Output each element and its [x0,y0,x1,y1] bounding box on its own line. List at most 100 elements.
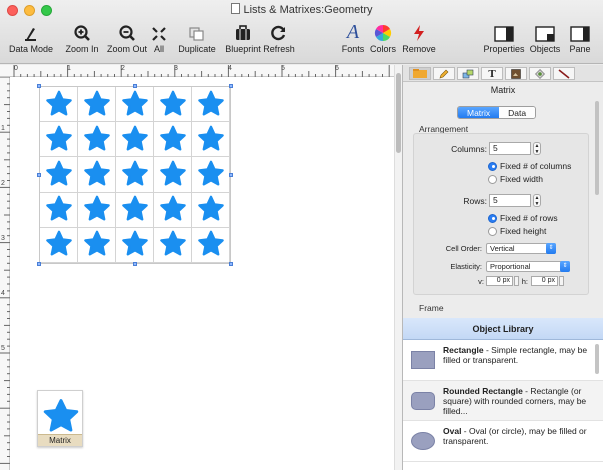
object-library-scrollbar[interactable] [595,344,599,374]
resize-handle[interactable] [133,262,137,266]
matrix-cell[interactable] [192,227,230,263]
inspector-scrollbar[interactable] [594,97,600,297]
rounded-rectangle-shape-icon [411,392,435,410]
ruler-label: 6 [335,65,339,72]
resize-handle[interactable] [37,262,41,266]
matrix-cell[interactable] [192,192,230,228]
zoom-in-button[interactable]: Zoom In [60,20,104,54]
matrix-cell[interactable] [192,157,230,193]
columns-stepper[interactable]: ▲ ▼ [533,142,541,155]
resize-handle[interactable] [229,262,233,266]
matrix-cell[interactable] [192,122,230,158]
resize-handle[interactable] [37,84,41,88]
matrix-cell[interactable] [154,192,192,228]
matrix-cell[interactable] [116,192,154,228]
elasticity-popup[interactable]: Proportional ⇕ [486,261,570,272]
tab-frame[interactable] [409,67,431,80]
matrix-cell[interactable] [116,227,154,263]
ruler-label: 2 [1,180,5,187]
canvas-scrollbar[interactable] [394,65,402,470]
radio-unselected[interactable] [488,174,497,184]
tab-fill[interactable] [433,67,455,80]
matrix-cell[interactable] [78,87,116,123]
matrix-cell[interactable] [154,157,192,193]
matrix-cell[interactable] [116,87,154,123]
columns-label: Columns: [451,144,487,154]
refresh-button[interactable]: Refresh [260,20,298,54]
tab-arrange[interactable] [529,67,551,80]
rows-field[interactable]: 5 [489,194,531,207]
tab-text[interactable]: T [481,67,503,80]
columns-field[interactable]: 5 [489,142,531,155]
matrix-data-segmented-control: Matrix Data [457,106,537,119]
matrix-cell[interactable] [78,227,116,263]
h-spacing-stepper[interactable] [559,276,564,286]
matrix-cell[interactable] [192,87,230,123]
document-icon [230,3,240,14]
segment-matrix[interactable]: Matrix [458,107,500,118]
star-icon [45,125,72,151]
canvas-scrollbar-thumb[interactable] [396,73,401,153]
cell-order-popup[interactable]: Vertical ⇕ [486,243,556,254]
frame-label: Frame [419,303,444,313]
rows-stepper[interactable]: ▲ ▼ [533,194,541,207]
blueprint-button[interactable]: Blueprint [221,20,265,54]
matrix-cell[interactable] [154,227,192,263]
zoom-all-button[interactable]: All [148,20,170,54]
matrix-cell[interactable] [78,157,116,193]
list-item-rectangle[interactable]: Rectangle - Simple rectangle, may be fil… [403,340,603,381]
vertical-ruler: 1 2 3 4 5 [0,77,10,470]
v-spacing-field[interactable]: 0 px [486,276,513,286]
ruler-label: 1 [67,65,71,72]
objects-button[interactable]: Objects [528,20,562,54]
tab-image[interactable] [505,67,527,80]
matrix-cell[interactable] [40,122,78,158]
matrix-object[interactable] [39,86,231,264]
layout-canvas[interactable]: Matrix [10,77,394,470]
colors-button[interactable]: Colors [368,20,398,54]
zoom-in-icon [74,25,90,41]
star-icon [121,195,148,221]
resize-handle[interactable] [229,84,233,88]
resize-handle[interactable] [133,84,137,88]
object-library-panel: Object Library Rectangle - Simple rectan… [402,318,603,470]
matrix-cell[interactable] [116,122,154,158]
matrix-cell[interactable] [78,192,116,228]
diamond-icon [535,68,545,79]
tab-layer[interactable] [457,67,479,80]
ruler-label: 4 [1,290,5,297]
duplicate-button[interactable]: Duplicate [175,20,219,54]
matrix-cell[interactable] [116,157,154,193]
dragged-matrix-chip[interactable]: Matrix [37,390,83,447]
star-icon [121,160,148,186]
radio-selected[interactable] [488,213,497,223]
radio-unselected[interactable] [488,226,497,236]
matrix-cell[interactable] [154,87,192,123]
resize-handle[interactable] [37,173,41,177]
h-spacing-field[interactable]: 0 px [531,276,558,286]
fixed-columns-option[interactable]: Fixed # of columns [488,161,571,171]
matrix-cell[interactable] [40,227,78,263]
zoom-out-button[interactable]: Zoom Out [103,20,151,54]
pane-button[interactable]: Pane [565,20,595,54]
tab-line[interactable] [553,67,575,80]
remove-button[interactable]: Remove [401,20,437,54]
matrix-cell[interactable] [40,87,78,123]
matrix-cell[interactable] [154,122,192,158]
properties-button[interactable]: Properties [481,20,527,54]
list-item-rounded-rectangle[interactable]: Rounded Rectangle - Rectangle (or square… [403,381,603,421]
matrix-cell[interactable] [40,157,78,193]
inspector-scrollbar-thumb[interactable] [595,101,599,195]
fixed-height-option[interactable]: Fixed height [488,226,546,236]
fixed-rows-option[interactable]: Fixed # of rows [488,213,558,223]
resize-handle[interactable] [229,173,233,177]
ruler-label: 0 [14,65,18,72]
segment-data[interactable]: Data [499,107,536,118]
fixed-width-option[interactable]: Fixed width [488,174,543,184]
list-item-oval[interactable]: Oval - Oval (or circle), may be filled o… [403,421,603,462]
fonts-button[interactable]: A Fonts [338,20,368,54]
radio-selected[interactable] [488,161,497,171]
data-mode-button[interactable]: Data Mode [6,20,56,54]
matrix-cell[interactable] [40,192,78,228]
matrix-cell[interactable] [78,122,116,158]
